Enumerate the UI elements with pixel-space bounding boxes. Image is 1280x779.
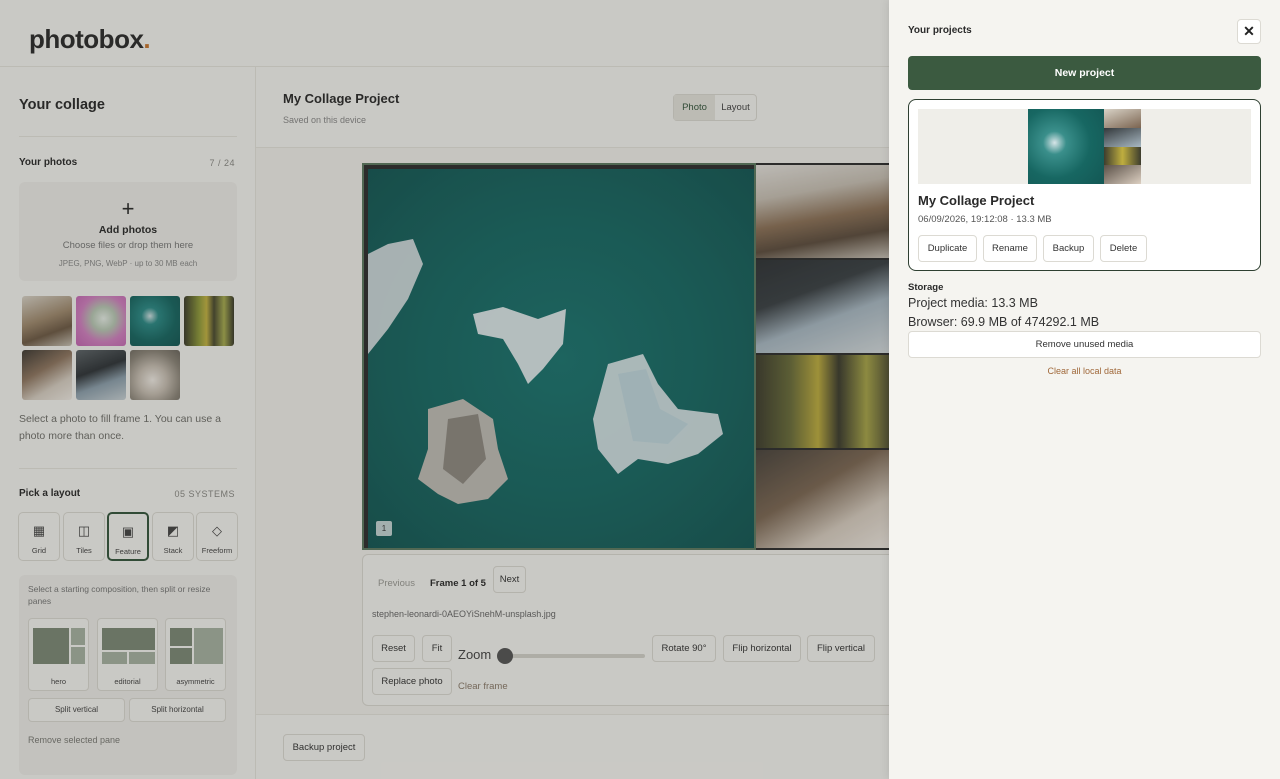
backup-button[interactable]: Backup (1043, 235, 1094, 262)
duplicate-button[interactable]: Duplicate (918, 235, 977, 262)
delete-button[interactable]: Delete (1100, 235, 1147, 262)
close-icon: ✕ (1243, 23, 1255, 39)
project-media-usage: Project media: 13.3 MB (908, 296, 1038, 310)
modal-backdrop[interactable] (0, 0, 889, 779)
remove-unused-media-button[interactable]: Remove unused media (908, 331, 1261, 358)
project-card[interactable]: My Collage Project 06/09/2026, 19:12:08 … (908, 99, 1261, 271)
preview-feature (1028, 109, 1104, 184)
projects-drawer: Your projects ✕ New project My Collage P… (889, 0, 1280, 779)
preview-cell (1104, 147, 1141, 165)
project-preview (918, 109, 1251, 184)
preview-cell (1104, 109, 1141, 128)
drawer-title: Your projects (908, 25, 972, 36)
preview-cell (1104, 128, 1141, 147)
close-button[interactable]: ✕ (1237, 19, 1261, 44)
browser-usage: Browser: 69.9 MB of 474292.1 MB (908, 315, 1100, 329)
new-project-button[interactable]: New project (908, 56, 1261, 90)
project-name: My Collage Project (918, 193, 1035, 208)
rename-button[interactable]: Rename (983, 235, 1037, 262)
storage-heading: Storage (908, 282, 944, 293)
project-meta: 06/09/2026, 19:12:08 · 13.3 MB (918, 214, 1052, 225)
preview-cell (1104, 165, 1141, 184)
clear-local-data-link[interactable]: Clear all local data (908, 366, 1261, 376)
